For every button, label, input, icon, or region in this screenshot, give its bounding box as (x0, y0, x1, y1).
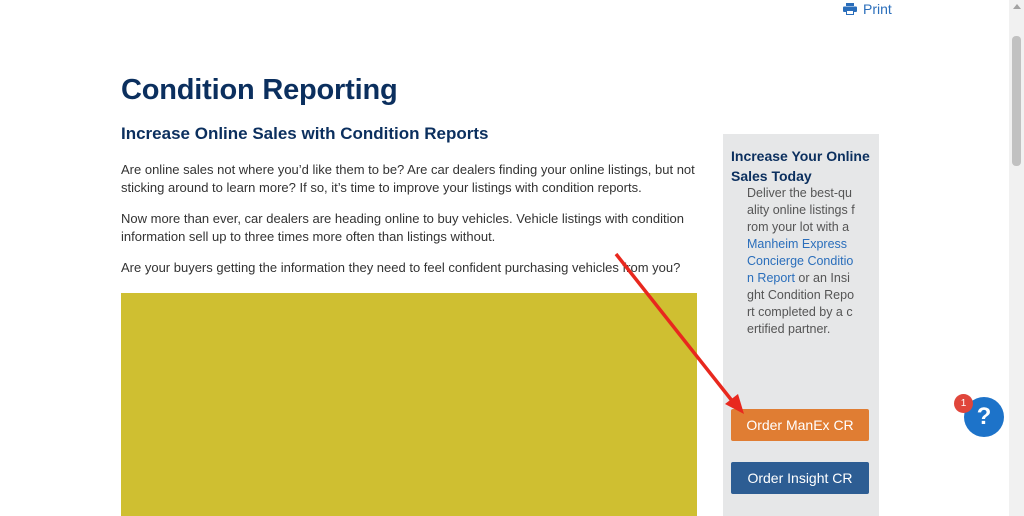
order-insight-button[interactable]: Order Insight CR (731, 462, 869, 494)
sidebar-text-before: Deliver the best-quality online listings… (747, 186, 855, 234)
scrollbar-thumb[interactable] (1012, 36, 1021, 166)
question-paragraph: Are your buyers getting the information … (121, 260, 681, 275)
scrollbar[interactable] (1009, 0, 1024, 516)
notification-badge: 1 (954, 394, 973, 413)
question-icon: ? (976, 403, 992, 430)
printer-icon (843, 3, 857, 15)
print-link[interactable]: Print (843, 1, 892, 17)
scroll-up-arrow-icon[interactable] (1013, 4, 1021, 9)
sidebar-description: Deliver the best-quality online listings… (747, 185, 855, 338)
intro-paragraph: Are online sales not where you’d like th… (121, 162, 695, 195)
sidebar-promo: Increase Your Online Sales Today Deliver… (723, 134, 879, 516)
print-label: Print (863, 1, 892, 17)
sidebar-heading: Increase Your Online Sales Today (731, 148, 870, 184)
order-manex-button[interactable]: Order ManEx CR (731, 409, 869, 441)
section-subtitle: Increase Online Sales with Condition Rep… (121, 124, 489, 143)
video-placeholder[interactable] (121, 293, 697, 516)
page-title: Condition Reporting (121, 74, 398, 106)
trend-paragraph: Now more than ever, car dealers are head… (121, 211, 684, 244)
